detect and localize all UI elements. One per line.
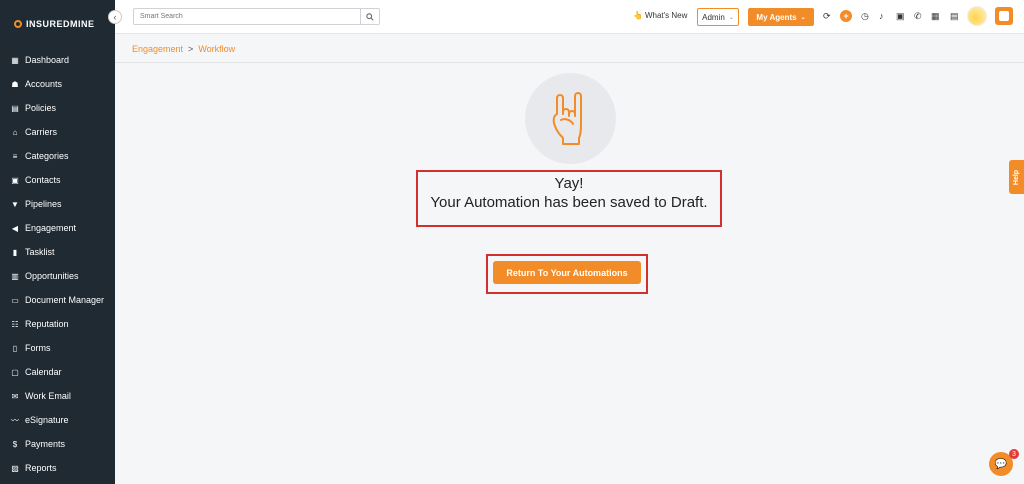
breadcrumb-engagement[interactable]: Engagement (132, 44, 183, 54)
sidebar-item-label: Pipelines (25, 199, 62, 209)
sidebar-item-work-email[interactable]: ✉ Work Email (0, 384, 115, 408)
sidebar-item-label: Document Manager (25, 295, 105, 305)
help-label: Help (1013, 169, 1021, 185)
success-illustration (525, 73, 616, 164)
sidebar-item-policies[interactable]: ▤ Policies (0, 96, 115, 120)
sidebar: INSUREDMINE ▦ Dashboard ☗ Accounts ▤ Policies… (0, 0, 115, 484)
clock-icon[interactable]: ◷ (861, 11, 869, 21)
logo-text: INSUREDMINE (26, 19, 95, 29)
bell-icon[interactable]: ♪ (879, 11, 884, 21)
chat-icon: 💬 (994, 458, 1008, 470)
accounts-icon: ☗ (11, 79, 19, 89)
sidebar-item-label: Reports (25, 463, 57, 473)
success-title: Yay! (554, 175, 584, 192)
whats-new-link[interactable]: 👆 What's New (633, 11, 687, 20)
sidebar-item-payments[interactable]: $ Payments (0, 432, 115, 456)
phone-icon[interactable]: ✆ (914, 11, 922, 21)
sidebar-item-reputation[interactable]: ☷ Reputation (0, 312, 115, 336)
sidebar-item-label: Contacts (25, 175, 61, 185)
my-agents-button[interactable]: My Agents ⌄ (748, 8, 814, 26)
avatar[interactable] (967, 6, 987, 26)
sidebar-item-forms[interactable]: ▯ Forms (0, 336, 115, 360)
sidebar-item-accounts[interactable]: ☗ Accounts (0, 72, 115, 96)
calendar-icon: ▢ (11, 367, 19, 377)
sidebar-item-engagement[interactable]: ◀ Engagement (0, 216, 115, 240)
sidebar-item-pipelines[interactable]: ▼ Pipelines (0, 192, 115, 216)
pipelines-icon: ▼ (11, 199, 19, 209)
sidebar-item-label: Payments (25, 439, 66, 449)
folder-icon: ▭ (11, 295, 19, 305)
sidebar-item-categories[interactable]: ≡ Categories (0, 144, 115, 168)
sidebar-item-label: Work Email (25, 391, 71, 401)
return-to-automations-button[interactable]: Return To Your Automations (493, 261, 641, 284)
sidebar-item-label: Policies (25, 103, 57, 113)
calculator-icon[interactable]: ▤ (950, 11, 959, 21)
sidebar-item-label: Forms (25, 343, 51, 353)
search-icon[interactable] (360, 9, 379, 24)
sidebar-item-label: eSignature (25, 415, 69, 425)
sidebar-nav: ▦ Dashboard ☗ Accounts ▤ Policies ⌂ Carriers ≡ Ca… (0, 48, 115, 480)
sidebar-item-contacts[interactable]: ▣ Contacts (0, 168, 115, 192)
sidebar-item-label: Reputation (25, 319, 69, 329)
sidebar-item-label: Carriers (25, 127, 58, 137)
sidebar-item-label: Categories (25, 151, 69, 161)
sidebar-item-carriers[interactable]: ⌂ Carriers (0, 120, 115, 144)
chat-badge: 3 (1009, 449, 1019, 459)
whats-new-label: What's New (644, 11, 688, 20)
reports-icon: ▨ (11, 463, 19, 473)
rock-hand-icon (552, 91, 582, 145)
breadcrumb: Engagement > Workflow (132, 44, 235, 54)
sidebar-item-esignature[interactable]: 〰 eSignature (0, 408, 115, 432)
sidebar-item-dashboard[interactable]: ▦ Dashboard (0, 48, 115, 72)
signature-icon: 〰 (11, 415, 19, 425)
carriers-icon: ⌂ (12, 127, 18, 137)
logo[interactable]: INSUREDMINE (0, 0, 115, 48)
email-icon: ✉ (11, 391, 19, 401)
categories-icon: ≡ (12, 151, 18, 161)
reputation-icon: ☷ (11, 319, 19, 329)
add-icon[interactable]: + (840, 10, 852, 22)
contacts-icon: ▣ (11, 175, 19, 185)
my-agents-label: My Agents (756, 12, 797, 22)
brand-icon[interactable] (995, 7, 1013, 25)
sidebar-item-calendar[interactable]: ▢ Calendar (0, 360, 115, 384)
help-tab[interactable]: Help (1009, 160, 1024, 194)
sidebar-item-label: Tasklist (25, 247, 55, 257)
breadcrumb-separator: > (188, 44, 194, 54)
sidebar-item-tasklist[interactable]: ▮ Tasklist (0, 240, 115, 264)
policies-icon: ▤ (11, 103, 19, 113)
sidebar-item-opportunities[interactable]: ▥ Opportunities (0, 264, 115, 288)
sidebar-item-label: Calendar (25, 367, 62, 377)
payments-icon: $ (12, 439, 18, 449)
admin-dropdown[interactable]: Admin ⌄ (697, 8, 739, 26)
sidebar-item-label: Opportunities (25, 271, 79, 281)
dashboard-icon: ▦ (11, 55, 19, 65)
notification-icon[interactable]: ▣ (896, 11, 905, 21)
engagement-icon: ◀ (11, 223, 19, 233)
top-header: 👆 What's New Admin ⌄ My Agents ⌄ ⟳ + ◷ ♪… (115, 0, 1024, 34)
sidebar-item-label: Engagement (25, 223, 77, 233)
admin-label: Admin (702, 12, 725, 22)
chevron-down-icon: ⌄ (728, 14, 734, 21)
hand-icon: 👆 (633, 11, 643, 20)
search-input[interactable] (134, 9, 360, 24)
logo-icon (14, 20, 22, 28)
search-box (133, 8, 380, 25)
sidebar-item-label: Dashboard (25, 55, 70, 65)
breadcrumb-workflow[interactable]: Workflow (198, 44, 235, 54)
opportunities-icon: ▥ (11, 271, 19, 281)
sidebar-item-label: Accounts (25, 79, 63, 89)
sidebar-item-reports[interactable]: ▨ Reports (0, 456, 115, 480)
collapse-sidebar-button[interactable]: ‹ (108, 10, 122, 24)
success-message: Your Automation has been saved to Draft. (430, 194, 708, 211)
tasklist-icon: ▮ (12, 247, 18, 257)
chip-icon[interactable]: ▦ (931, 11, 940, 21)
divider (115, 62, 1024, 63)
sidebar-item-document-manager[interactable]: ▭ Document Manager (0, 288, 115, 312)
chevron-down-icon: ⌄ (800, 14, 806, 21)
forms-icon: ▯ (12, 343, 18, 353)
refresh-icon[interactable]: ⟳ (823, 11, 831, 21)
